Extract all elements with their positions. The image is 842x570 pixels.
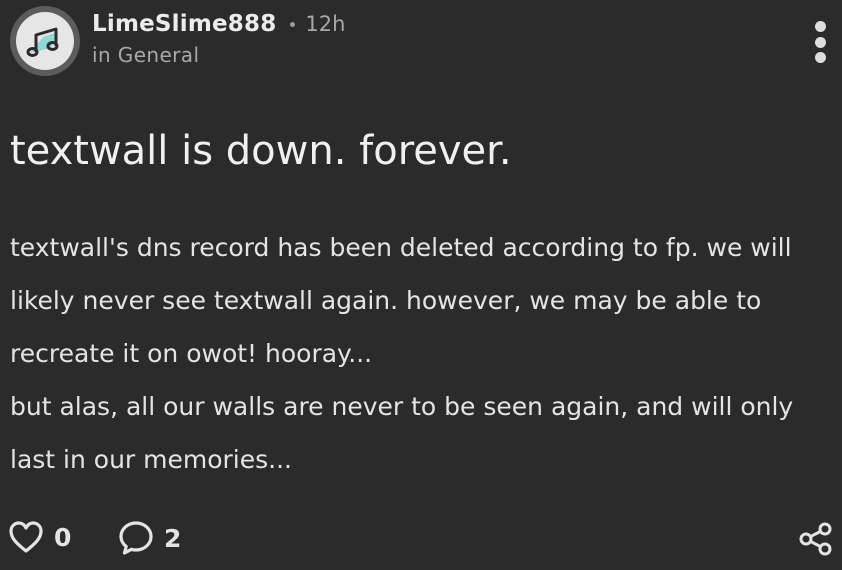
share-button[interactable] [798,522,834,560]
body-paragraph: but alas, all our walls are never to be … [10,392,794,474]
like-button[interactable]: 0 [8,520,71,554]
share-icon [799,522,832,556]
post-meta: LimeSlime888 12h in General [92,9,345,67]
more-options-button[interactable] [812,21,828,63]
more-vertical-icon-dot [814,21,826,32]
post-actions: 0 2 [8,520,834,564]
music-note-icon [26,27,59,57]
author-username[interactable]: LimeSlime888 [92,11,276,37]
more-vertical-icon-dot [814,36,826,48]
post-header: LimeSlime888 12h in General [10,3,832,79]
comment-bubble-icon [119,521,153,555]
post-body: textwall's dns record has been deleted a… [10,221,832,486]
like-count: 0 [54,522,72,552]
body-paragraph: textwall's dns record has been deleted a… [10,233,792,368]
avatar-image [16,12,74,70]
heart-icon [9,521,43,553]
post-title: textwall is down. forever. [10,128,512,174]
comment-count: 2 [164,523,182,553]
avatar[interactable] [10,6,80,76]
post-card: LimeSlime888 12h in General textwall is … [0,0,842,570]
post-category[interactable]: in General [92,43,345,67]
comment-button[interactable]: 2 [118,520,181,556]
author-line: LimeSlime888 12h [92,9,345,39]
separator-dot [290,21,296,27]
more-vertical-icon-dot [814,52,826,63]
post-time: 12h [305,12,346,36]
